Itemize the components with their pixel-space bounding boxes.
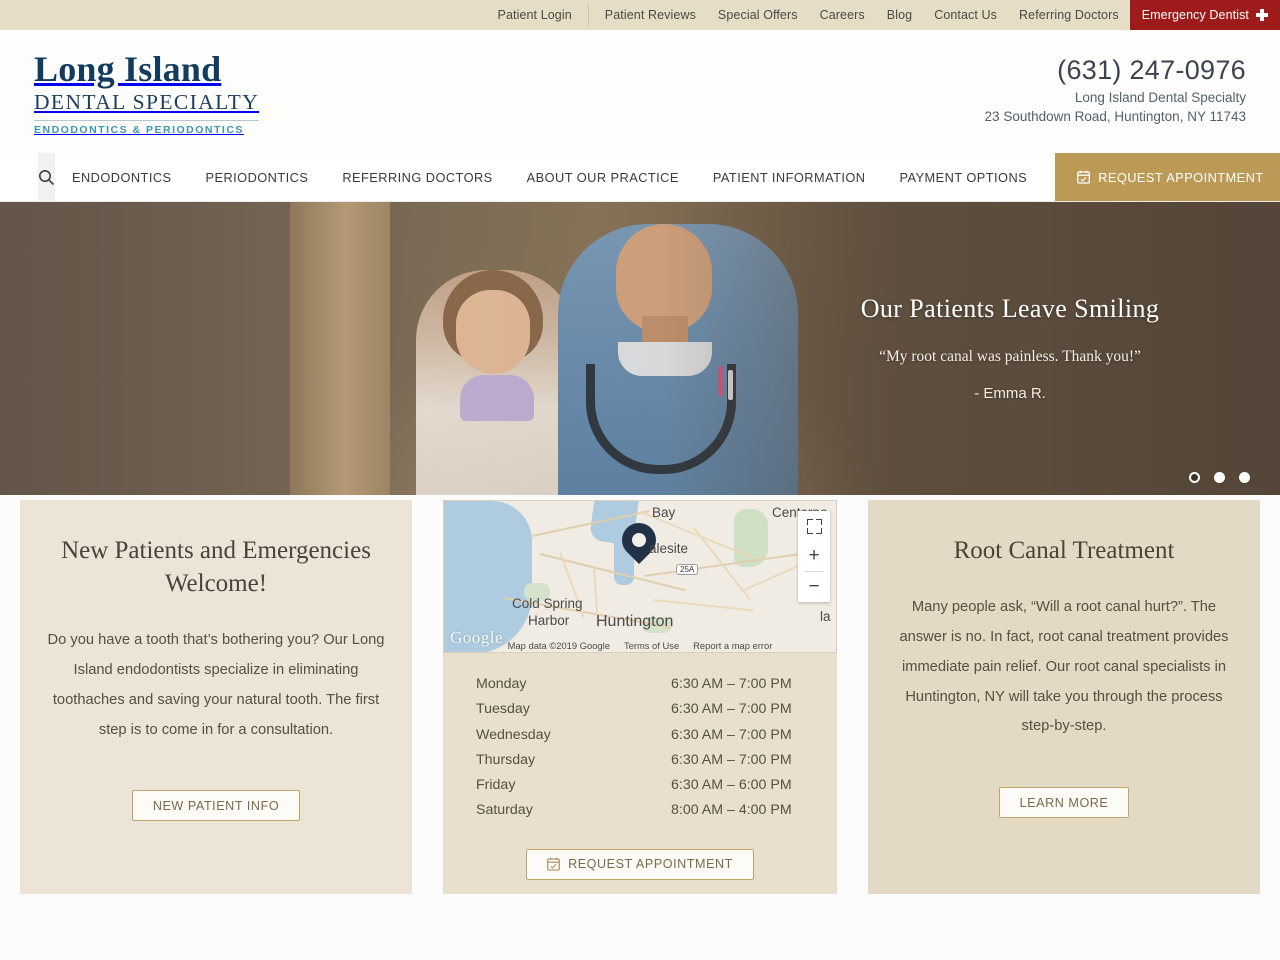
fullscreen-icon: [806, 518, 822, 534]
map-zoom-in-button[interactable]: +: [798, 541, 830, 571]
hours-day: Thursday: [476, 751, 536, 768]
search-button[interactable]: [38, 153, 55, 201]
map-fullscreen-button[interactable]: [798, 511, 830, 541]
hours-row: Monday 6:30 AM – 7:00 PM: [476, 672, 802, 697]
map-label-huntington: Huntington: [596, 613, 674, 630]
search-icon: [39, 169, 55, 185]
logo-line-1: Long Island: [34, 49, 222, 90]
utility-link-referring-doctors[interactable]: Referring Doctors: [1008, 0, 1130, 30]
hours-day: Tuesday: [476, 701, 530, 718]
practice-address: 23 Southdown Road, Huntington, NY 11743: [984, 109, 1246, 125]
map-road: [653, 599, 754, 612]
carousel-dots: [1189, 472, 1250, 483]
card-root-canal-title: Root Canal Treatment: [953, 537, 1175, 564]
request-appointment-card-label: REQUEST APPOINTMENT: [568, 857, 733, 872]
hours-time: 6:30 AM – 6:00 PM: [671, 777, 792, 794]
map-attribution-text: Map data ©2019 Google: [507, 640, 610, 651]
request-appointment-card-button[interactable]: REQUEST APPOINTMENT: [526, 848, 754, 880]
utility-link-contact-us[interactable]: Contact Us: [923, 0, 1008, 30]
utility-link-careers[interactable]: Careers: [809, 0, 876, 30]
map-controls: + −: [798, 511, 830, 602]
utility-link-patient-login[interactable]: Patient Login: [487, 0, 583, 30]
card-root-canal: Root Canal Treatment Many people ask, “W…: [868, 500, 1260, 894]
utility-divider: [587, 4, 589, 26]
location-map[interactable]: Bay Centerpo alesite Cold Spring Harbor …: [443, 500, 837, 653]
logo-tagline: ENDODONTICS & PERIODONTICS: [34, 123, 244, 136]
calendar-icon: [1077, 170, 1091, 184]
hero-quote: “My root canal was painless. Thank you!”: [879, 348, 1141, 365]
nav-item-patient-information[interactable]: PATIENT INFORMATION: [696, 153, 883, 201]
hero-text-block: Our Patients Leave Smiling “My root cana…: [740, 294, 1280, 402]
office-hours-table: Monday 6:30 AM – 7:00 PM Tuesday 6:30 AM…: [443, 653, 837, 824]
map-report-error-link[interactable]: Report a map error: [693, 640, 772, 651]
emergency-dentist-button[interactable]: Emergency Dentist: [1129, 0, 1280, 30]
nav-item-about-our-practice[interactable]: ABOUT OUR PRACTICE: [510, 153, 696, 201]
practice-name: Long Island Dental Specialty: [1074, 89, 1246, 105]
hours-day: Saturday: [476, 802, 533, 819]
request-appointment-nav-button[interactable]: REQUEST APPOINTMENT: [1055, 153, 1280, 201]
phone-number[interactable]: (631) 247-0976: [985, 54, 1246, 88]
hours-row: Wednesday 6:30 AM – 7:00 PM: [476, 723, 802, 748]
hours-day: Friday: [476, 777, 516, 794]
hero-author: - Emma R.: [974, 385, 1046, 402]
feature-cards: New Patients and Emergencies Welcome! Do…: [0, 500, 1280, 894]
nav-items: ENDODONTICS PERIODONTICS REFERRING DOCTO…: [55, 153, 1044, 201]
request-appointment-nav-label: REQUEST APPOINTMENT: [1098, 169, 1264, 185]
nav-item-periodontics[interactable]: PERIODONTICS: [189, 153, 326, 201]
emergency-dentist-label: Emergency Dentist: [1141, 8, 1249, 22]
hours-row: Saturday 8:00 AM – 4:00 PM: [476, 798, 802, 823]
hours-day: Monday: [476, 676, 527, 692]
calendar-icon: [547, 857, 561, 871]
card-root-canal-body: Many people ask, “Will a root canal hurt…: [899, 599, 1229, 735]
utility-bar: Patient Login Patient Reviews Special Of…: [0, 0, 1280, 30]
hours-row: Tuesday 6:30 AM – 7:00 PM: [476, 697, 802, 722]
logo-divider: [34, 119, 260, 121]
logo-line-2: DENTAL SPECIALTY: [34, 89, 260, 114]
hours-time: 6:30 AM – 7:00 PM: [671, 676, 792, 692]
map-route-shield-25a: 25A: [676, 564, 699, 575]
hours-time: 6:30 AM – 7:00 PM: [671, 701, 792, 718]
learn-more-label: LEARN MORE: [1019, 795, 1109, 810]
main-navigation: ENDODONTICS PERIODONTICS REFERRING DOCTO…: [0, 153, 1280, 202]
map-terms-link[interactable]: Terms of Use: [624, 640, 679, 651]
hero-title: Our Patients Leave Smiling: [860, 294, 1160, 323]
map-zoom-out-button[interactable]: −: [798, 572, 830, 602]
hours-day: Wednesday: [476, 726, 551, 743]
card-location-hours: Bay Centerpo alesite Cold Spring Harbor …: [443, 500, 837, 894]
hours-row: Friday 6:30 AM – 6:00 PM: [476, 773, 802, 798]
card-new-patients-title: New Patients and Emergencies Welcome!: [61, 537, 371, 597]
medical-cross-icon: [1256, 9, 1268, 21]
carousel-dot-3[interactable]: [1239, 472, 1250, 483]
map-label-bay: Bay: [652, 505, 676, 520]
hours-time: 6:30 AM – 7:00 PM: [671, 726, 792, 743]
learn-more-button[interactable]: LEARN MORE: [998, 787, 1130, 819]
card-new-patients-body: Do you have a tooth that’s bothering you…: [47, 632, 385, 738]
site-header: Long Island DENTAL SPECIALTY ENDODONTICS…: [0, 30, 1280, 153]
new-patient-info-button[interactable]: NEW PATIENT INFO: [131, 790, 301, 822]
utility-links: Patient Login Patient Reviews Special Of…: [487, 0, 1130, 30]
nav-item-payment-options[interactable]: PAYMENT OPTIONS: [883, 153, 1045, 201]
map-label-cold-spring: Cold Spring: [512, 596, 583, 611]
map-label-harbor: Harbor: [528, 613, 570, 628]
carousel-dot-1[interactable]: [1189, 472, 1200, 483]
map-label-la: la: [820, 609, 831, 624]
utility-link-patient-reviews[interactable]: Patient Reviews: [594, 0, 707, 30]
hero-carousel: Our Patients Leave Smiling “My root cana…: [0, 202, 1280, 495]
carousel-dot-2[interactable]: [1214, 472, 1225, 483]
map-pin-hole: [632, 533, 646, 547]
hours-time: 8:00 AM – 4:00 PM: [671, 802, 792, 819]
header-contact: (631) 247-0976 Long Island Dental Specia…: [985, 54, 1246, 129]
hours-row: Thursday 6:30 AM – 7:00 PM: [476, 748, 802, 773]
nav-item-referring-doctors[interactable]: REFERRING DOCTORS: [325, 153, 509, 201]
new-patient-info-label: NEW PATIENT INFO: [152, 798, 280, 813]
map-attribution: Map data ©2019 Google Terms of Use Repor…: [444, 640, 836, 651]
site-logo[interactable]: Long Island DENTAL SPECIALTY ENDODONTICS…: [34, 47, 260, 136]
nav-item-endodontics[interactable]: ENDODONTICS: [55, 153, 189, 201]
map-label-halesite: alesite: [649, 541, 689, 556]
utility-link-special-offers[interactable]: Special Offers: [707, 0, 809, 30]
utility-link-blog[interactable]: Blog: [876, 0, 923, 30]
hours-time: 6:30 AM – 7:00 PM: [671, 751, 792, 768]
card-new-patients: New Patients and Emergencies Welcome! Do…: [20, 500, 412, 894]
